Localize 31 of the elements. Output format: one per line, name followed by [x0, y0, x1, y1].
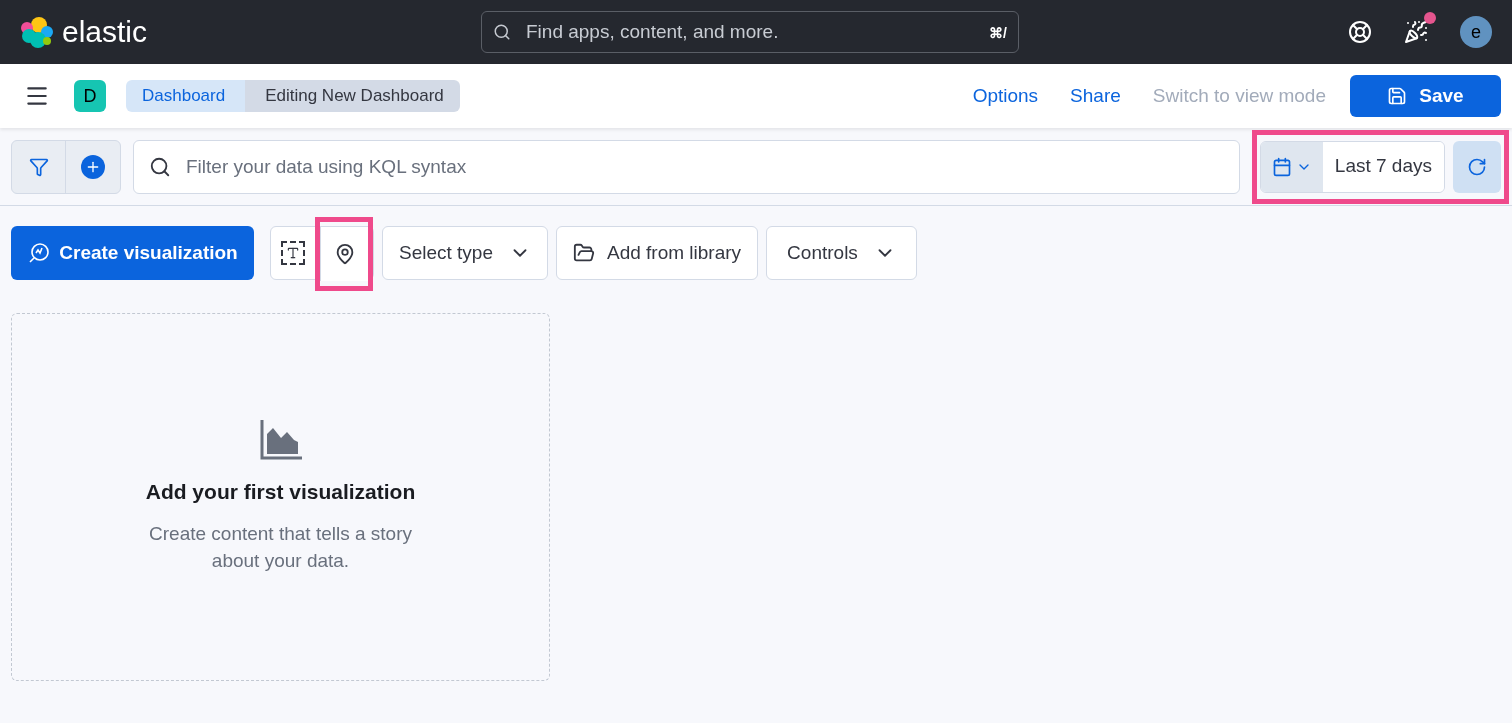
help-icon[interactable] — [1348, 20, 1372, 44]
breadcrumb[interactable]: Dashboard — [126, 80, 246, 112]
map-button[interactable] — [320, 227, 368, 281]
header-link[interactable]: Share — [1054, 81, 1137, 111]
logo-icon — [20, 15, 54, 49]
controls-button[interactable]: Controls — [766, 226, 917, 280]
filter-icon — [28, 156, 49, 177]
refresh-button[interactable] — [1453, 140, 1501, 193]
empty-panel-description: Create content that tells a story about your data. — [148, 521, 413, 573]
logo-text: elastic — [62, 17, 148, 47]
area-chart-icon — [259, 420, 302, 461]
query-field[interactable]: Filter your data using KQL syntax — [133, 139, 1240, 194]
shortcut-hint: ⌘/ — [989, 24, 1007, 43]
save-button[interactable]: Save — [1350, 75, 1501, 117]
refresh-icon — [1467, 156, 1487, 177]
select-type-button[interactable]: Select type — [382, 226, 548, 280]
plus-icon — [81, 154, 105, 179]
text-box-icon — [281, 241, 305, 265]
user-avatar[interactable]: e — [1460, 16, 1492, 48]
save-icon — [1387, 86, 1408, 106]
search-icon — [493, 23, 511, 41]
empty-panel-title: Add your first visualization — [145, 479, 416, 506]
search-icon — [149, 155, 171, 178]
add-from-library-button[interactable]: Add from library — [556, 226, 759, 280]
header-link[interactable]: Options — [956, 81, 1055, 111]
space-avatar[interactable]: D — [74, 80, 106, 112]
breadcrumb: Editing New Dashboard — [245, 80, 460, 112]
party-popper-icon[interactable] — [1404, 20, 1428, 44]
folder-icon — [573, 242, 595, 264]
visualization-icon — [27, 241, 52, 265]
create-visualization-button[interactable]: Create visualization — [11, 226, 254, 280]
